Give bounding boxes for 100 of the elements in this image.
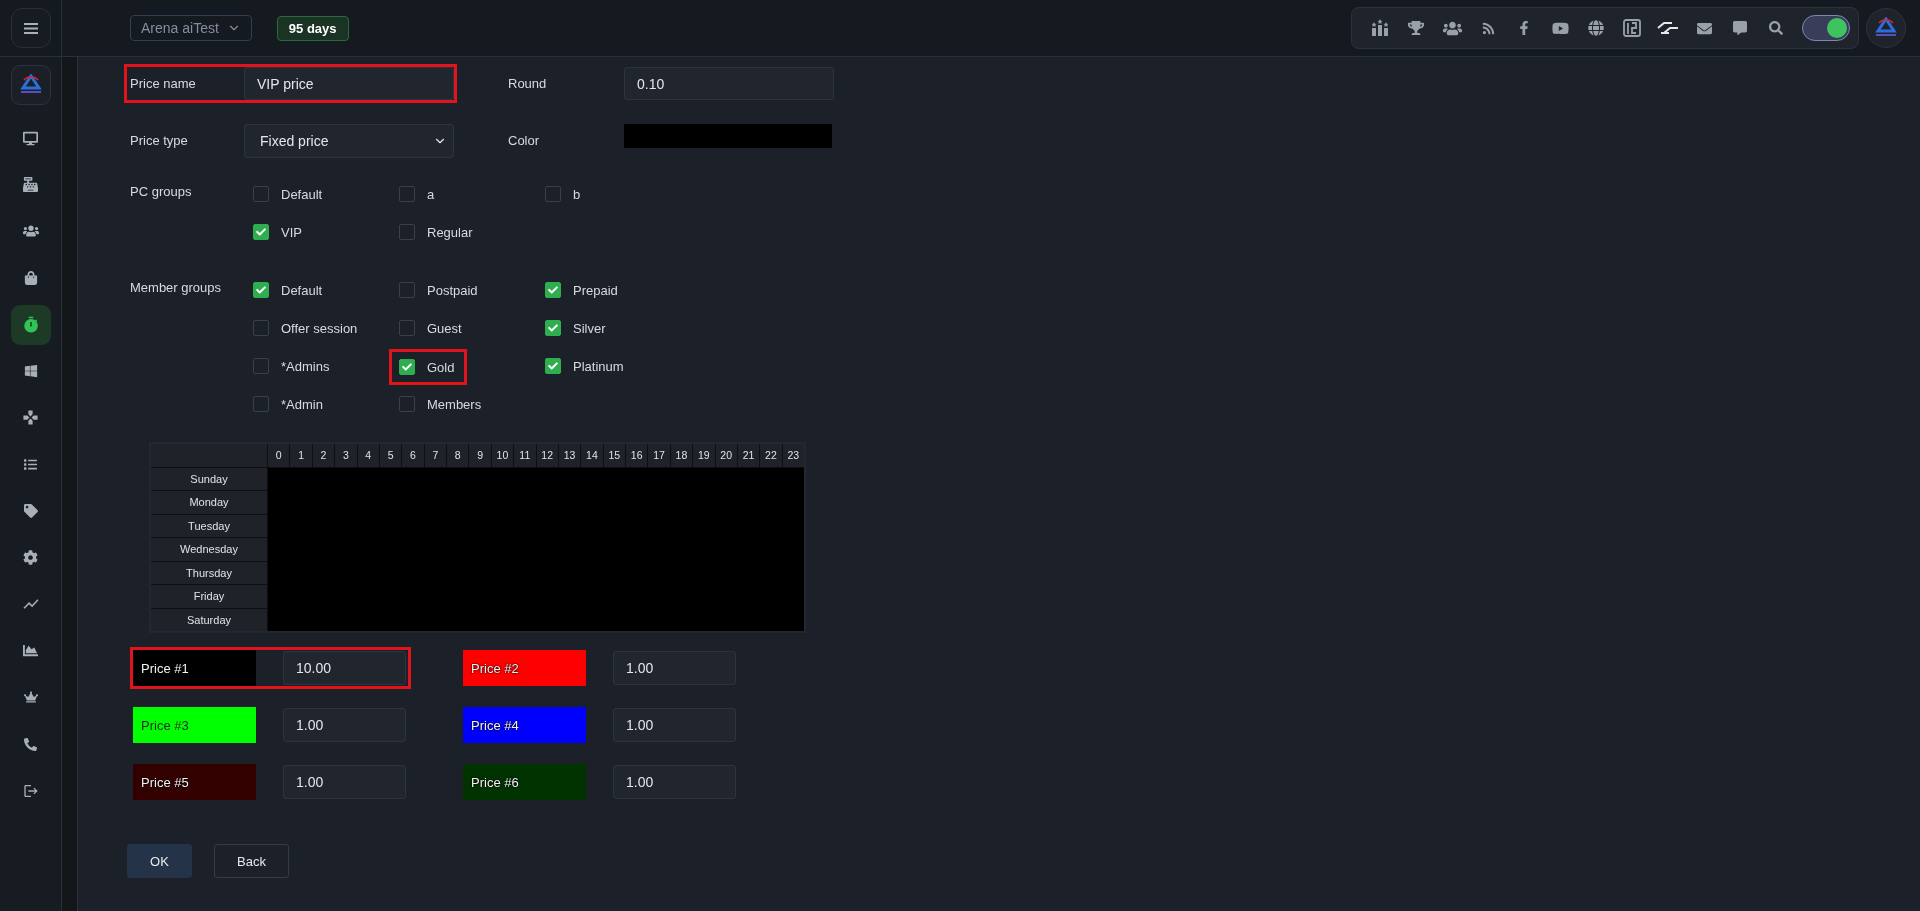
price-field[interactable]: 1.00 [613, 651, 736, 685]
hour-header: 16 [626, 444, 648, 467]
ok-button[interactable]: OK [127, 844, 192, 878]
hour-header: 18 [670, 444, 693, 467]
shopping-bag-icon [23, 271, 38, 286]
price-label: Price #1 [133, 650, 256, 686]
checkbox-label[interactable]: Offer session [281, 320, 358, 336]
hour-header: 11 [514, 444, 536, 467]
checkbox[interactable] [399, 224, 415, 240]
hour-header: 4 [357, 444, 379, 467]
toggle-switch[interactable] [1802, 15, 1850, 41]
price-label: Price #2 [463, 650, 586, 686]
hour-header: 0 [268, 444, 290, 467]
checkbox-label[interactable]: Default [281, 186, 323, 202]
check-icon [402, 362, 412, 372]
hour-header: 1 [290, 444, 312, 467]
hour-header: 7 [424, 444, 446, 467]
checkbox[interactable] [545, 282, 561, 298]
windows-icon [23, 364, 38, 379]
back-button[interactable]: Back [214, 844, 289, 878]
price-field[interactable]: 1.00 [283, 708, 406, 742]
price-field[interactable]: 1.00 [613, 708, 736, 742]
day-header: Wednesday [151, 538, 267, 561]
group-label: Member groups [129, 279, 223, 297]
hour-header: 23 [782, 444, 804, 467]
group-label: PC groups [129, 183, 193, 201]
license-badge: 95 days [276, 15, 349, 41]
settings-icon [23, 550, 38, 566]
price-label: Price #3 [133, 707, 256, 743]
hour-header: 6 [402, 444, 424, 467]
monitor-icon [23, 130, 38, 146]
day-header: Tuesday [151, 514, 267, 537]
sidebar-item[interactable] [10, 304, 51, 345]
checkbox-label[interactable]: a [427, 186, 435, 202]
check-icon [256, 227, 266, 237]
check-icon [256, 285, 266, 295]
check-icon [548, 361, 558, 371]
schedule-cells[interactable] [268, 467, 804, 631]
price-field[interactable]: 1.00 [283, 765, 406, 799]
cash-register-icon [23, 177, 38, 193]
field-label: Color [508, 133, 541, 148]
hour-header: 10 [491, 444, 514, 467]
round-field[interactable]: 0.10 [624, 67, 834, 100]
checkbox-label[interactable]: Guest [427, 320, 462, 336]
checkbox-label[interactable]: VIP [281, 224, 302, 240]
hour-header: 21 [737, 444, 760, 467]
hour-header: 9 [469, 444, 491, 467]
checkbox-label[interactable]: Members [427, 396, 482, 412]
field-label: Price name [129, 76, 197, 91]
checkbox-label[interactable]: Default [281, 282, 323, 298]
checkbox-label[interactable]: Silver [573, 320, 606, 336]
day-header: Monday [151, 491, 267, 514]
checkbox-label[interactable]: b [573, 186, 581, 202]
checkbox-label[interactable]: Prepaid [573, 282, 618, 298]
price-name-field[interactable]: VIP price [244, 67, 454, 100]
avatar[interactable] [1866, 8, 1906, 48]
day-header: Thursday [151, 561, 267, 584]
hour-header: 20 [715, 444, 737, 467]
checkbox[interactable] [399, 396, 415, 412]
price-type-select[interactable]: Fixed price [244, 123, 454, 158]
price-field[interactable]: 10.00 [283, 651, 406, 685]
checkbox[interactable] [545, 358, 561, 374]
checkbox[interactable] [399, 359, 415, 375]
checkbox-label[interactable]: Gold [427, 359, 455, 375]
field-label: Price type [129, 133, 189, 148]
tag-icon [23, 504, 38, 519]
checkbox[interactable] [253, 358, 269, 374]
checkbox[interactable] [253, 396, 269, 412]
checkbox-label[interactable]: Regular [427, 224, 473, 240]
users-icon [22, 223, 39, 240]
menu-icon [23, 22, 38, 34]
checkbox[interactable] [253, 224, 269, 240]
day-header: Friday [151, 585, 267, 608]
day-header: Saturday [151, 608, 267, 631]
hour-header: 3 [335, 444, 357, 467]
color-swatch[interactable] [624, 123, 832, 148]
checkbox[interactable] [399, 320, 415, 336]
checkbox[interactable] [399, 186, 415, 202]
hour-header: 12 [536, 444, 558, 467]
stopwatch-icon [21, 315, 40, 334]
site-selector[interactable]: Arena aiTest [130, 15, 252, 41]
checkbox[interactable] [399, 282, 415, 298]
price-label: Price #4 [463, 707, 586, 743]
checkbox-label[interactable]: Postpaid [427, 282, 478, 298]
price-label: Price #5 [133, 764, 256, 800]
check-icon [548, 323, 558, 333]
checkbox[interactable] [253, 186, 269, 202]
logout-icon [22, 782, 39, 799]
checkbox-label[interactable]: *Admin [281, 396, 323, 412]
arena-logo-icon [17, 74, 44, 96]
checkbox[interactable] [253, 282, 269, 298]
logo-tile[interactable] [10, 65, 51, 105]
checkbox[interactable] [545, 186, 561, 202]
price-field[interactable]: 1.00 [613, 765, 736, 799]
area-chart-icon [23, 643, 38, 659]
checkbox-label[interactable]: *Admins [281, 358, 330, 374]
checkbox[interactable] [253, 320, 269, 336]
checkbox-label[interactable]: Platinum [573, 358, 624, 374]
menu-button[interactable] [10, 8, 51, 48]
checkbox[interactable] [545, 320, 561, 336]
